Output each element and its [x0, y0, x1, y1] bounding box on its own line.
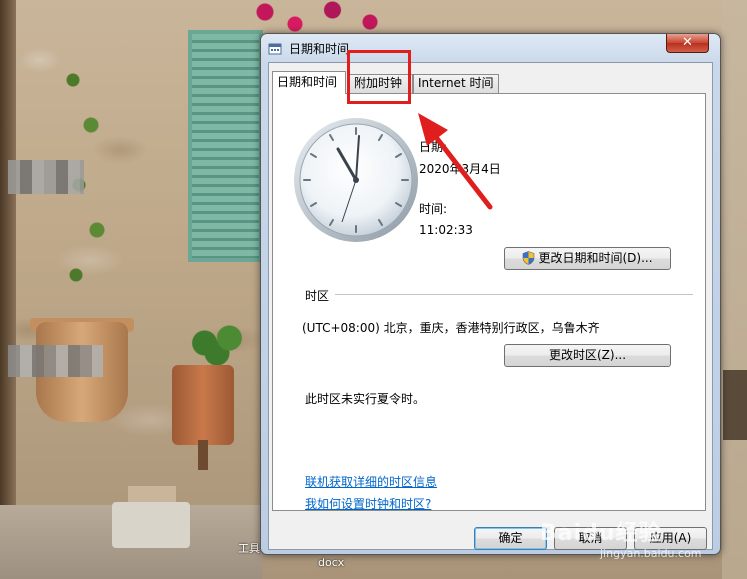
tab-panel-date-time: 日期: 2020年3月4日 时间: 11:02:33 更改日期和时间(D)...… — [272, 93, 706, 511]
change-datetime-button[interactable]: 更改日期和时间(D)... — [504, 247, 671, 270]
potted-plant — [186, 318, 248, 368]
pixelated-desktop-icon[interactable] — [8, 160, 84, 194]
pixelated-desktop-icon[interactable] — [8, 345, 103, 377]
how-to-set-clock-link[interactable]: 我如何设置时钟和时区? — [305, 495, 431, 512]
taskbar-text[interactable]: docx — [318, 556, 344, 569]
datetime-dialog: 日期和时间 ✕ 日期和时间 附加时钟 Internet 时间 日期: 2020年… — [260, 33, 721, 555]
watermark-url: jingyan.baidu.com — [600, 547, 702, 560]
title-bar[interactable]: 日期和时间 ✕ — [261, 34, 720, 62]
desktop-icon-label[interactable]: 工具 — [238, 540, 260, 556]
timezone-section-label: 时区 — [305, 289, 330, 303]
time-label: 时间: — [419, 202, 448, 216]
section-divider — [335, 294, 693, 295]
ok-button[interactable]: 确定 — [474, 527, 547, 550]
watermark: Baidu经验 — [540, 521, 662, 546]
analog-clock — [294, 118, 418, 242]
close-icon: ✕ — [682, 35, 693, 50]
tab-internet-time[interactable]: Internet 时间 — [413, 74, 499, 93]
green-window-shutter — [188, 30, 263, 262]
time-value: 11:02:33 — [419, 223, 473, 237]
date-label: 日期: — [419, 140, 448, 154]
date-value: 2020年3月4日 — [419, 162, 501, 176]
online-timezone-info-link[interactable]: 联机获取详细的时区信息 — [305, 473, 437, 490]
dialog-client: 日期和时间 附加时钟 Internet 时间 日期: 2020年3月4日 时间:… — [268, 62, 713, 550]
red-highlight-box — [347, 50, 411, 104]
dst-note: 此时区未实行夏令时。 — [305, 392, 426, 406]
close-button[interactable]: ✕ — [666, 34, 709, 53]
uac-shield-icon — [523, 251, 535, 265]
tab-date-time[interactable]: 日期和时间 — [272, 71, 346, 94]
clock-calendar-icon — [268, 43, 282, 55]
change-timezone-button[interactable]: 更改时区(Z)... — [504, 344, 671, 367]
stone-block — [112, 502, 190, 548]
window-title: 日期和时间 — [289, 42, 350, 56]
timezone-value: (UTC+08:00) 北京，重庆，香港特别行政区，乌鲁木齐 — [302, 321, 600, 335]
small-pot — [172, 365, 234, 445]
